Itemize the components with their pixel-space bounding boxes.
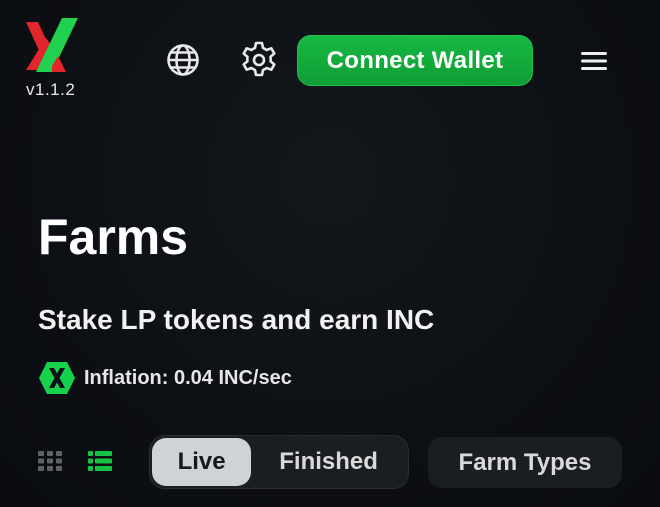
- header: v1.1.2 Connect Wallet: [0, 0, 660, 110]
- page-title: Farms: [38, 209, 189, 265]
- globe-icon: [167, 44, 199, 76]
- inc-token-icon: [39, 362, 75, 394]
- hamburger-menu-icon: [581, 52, 607, 70]
- app-version: v1.1.2: [26, 80, 76, 99]
- farm-types-button[interactable]: Farm Types: [428, 437, 622, 488]
- connect-wallet-button[interactable]: Connect Wallet: [297, 35, 533, 86]
- tab-live[interactable]: Live: [152, 438, 252, 486]
- inflation-rate: Inflation: 0.04 INC/sec: [84, 366, 292, 389]
- settings-button[interactable]: [239, 40, 279, 80]
- app-logo-icon[interactable]: [22, 16, 82, 80]
- gear-icon: [242, 41, 276, 77]
- view-mode-toggle: [38, 451, 112, 471]
- language-button[interactable]: [163, 40, 203, 80]
- grid-view-icon[interactable]: [38, 451, 62, 471]
- list-view-icon[interactable]: [88, 451, 112, 471]
- page-subtitle: Stake LP tokens and earn INC: [38, 304, 435, 335]
- tab-finished[interactable]: Finished: [251, 438, 406, 486]
- menu-button[interactable]: [574, 44, 614, 78]
- status-tabs: Live Finished: [149, 435, 409, 489]
- inflation-info: Inflation: 0.04 INC/sec: [38, 360, 292, 396]
